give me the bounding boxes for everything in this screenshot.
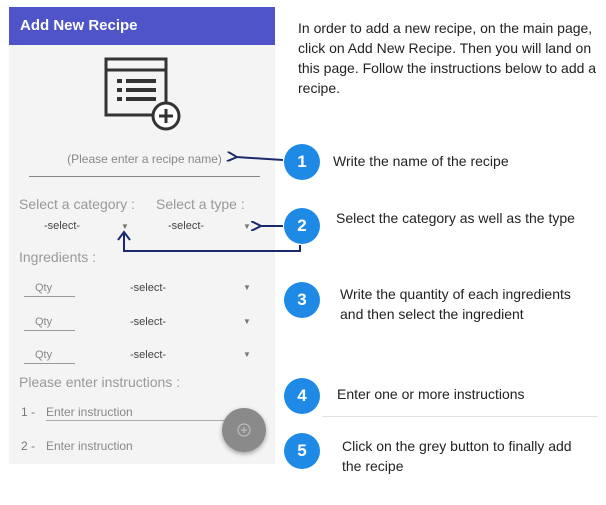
instructions-label: Please enter instructions : [19, 374, 181, 390]
step-2-badge: 2 [284, 208, 320, 244]
ingredient-dropdown-value: -select- [130, 282, 167, 294]
divider [322, 416, 598, 417]
type-dropdown-value: -select- [168, 220, 205, 232]
recipe-add-icon [104, 57, 181, 131]
ingredients-label: Ingredients : [19, 249, 97, 265]
category-label: Select a category : [19, 196, 135, 212]
step-3-text: Write the quantity of each ingredients a… [340, 286, 571, 322]
step-2-text: Select the category as well as the type [336, 210, 575, 226]
ingredient-dropdown-value: -select- [130, 349, 167, 361]
step-5-text: Click on the grey button to finally add … [342, 438, 572, 474]
quantity-input[interactable]: Qty [24, 282, 75, 297]
quantity-input[interactable]: Qty [24, 349, 75, 364]
chevron-down-icon: ▼ [243, 283, 251, 292]
category-dropdown-value: -select- [44, 220, 81, 232]
quantity-input[interactable]: Qty [24, 316, 75, 331]
ingredient-dropdown-value: -select- [130, 316, 167, 328]
instruction-input[interactable]: Enter instruction [46, 405, 236, 421]
chevron-down-icon: ▼ [121, 222, 129, 231]
chevron-down-icon: ▼ [243, 317, 251, 326]
add-recipe-fab-button[interactable] [222, 408, 266, 452]
type-label: Select a type : [156, 196, 245, 212]
app-screen: Add New Recipe (Please enter a recipe na… [9, 7, 275, 464]
instruction-input[interactable]: Enter instruction [46, 439, 236, 454]
step-4-text: Enter one or more instructions [337, 386, 525, 402]
recipe-name-input[interactable]: (Please enter a recipe name) [29, 150, 260, 177]
chevron-down-icon: ▼ [243, 222, 251, 231]
step-5-badge: 5 [284, 433, 320, 469]
step-4-badge: 4 [284, 378, 320, 414]
instruction-number: 1 - [21, 405, 36, 419]
step-3-badge: 3 [284, 282, 320, 318]
instruction-number: 2 - [21, 439, 36, 453]
app-bar-title: Add New Recipe [9, 7, 275, 45]
plus-icon [237, 423, 251, 437]
step-1-badge: 1 [284, 144, 320, 180]
intro-text: In order to add a new recipe, on the mai… [298, 20, 597, 96]
chevron-down-icon: ▼ [243, 350, 251, 359]
step-1-text: Write the name of the recipe [333, 153, 509, 169]
